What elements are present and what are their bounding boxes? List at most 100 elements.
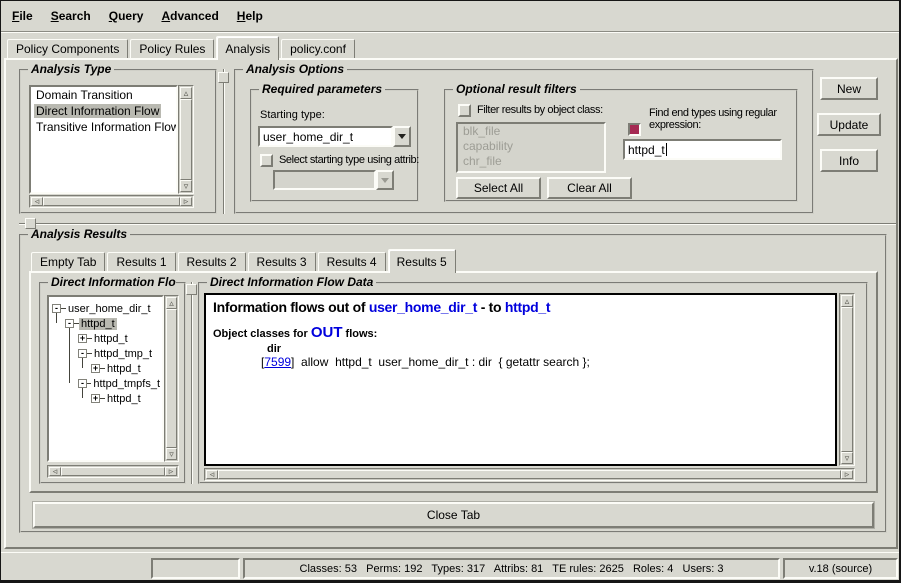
analysis-type-item[interactable]: Transitive Information Flow — [31, 119, 176, 135]
end-type-text: httpd_t — [505, 299, 550, 315]
scroll-left-icon[interactable]: ◃ — [49, 467, 61, 476]
main-tab-bar: Policy ComponentsPolicy RulesAnalysispol… — [7, 36, 357, 60]
scroll-right-icon[interactable]: ▹ — [841, 470, 853, 479]
tree-node[interactable]: -httpd_tmpfs_t — [49, 376, 162, 391]
results-tab-results-1[interactable]: Results 1 — [107, 252, 175, 271]
scroll-thumb[interactable] — [166, 309, 177, 448]
analysis-type-item[interactable]: Direct Information Flow — [31, 103, 176, 119]
analysis-type-item[interactable]: Domain Transition — [31, 87, 176, 103]
pane-divider-line — [19, 223, 896, 225]
menu-item-search[interactable]: Search — [49, 8, 93, 24]
tree-node[interactable]: -httpd_t — [49, 316, 162, 331]
scroll-up-icon[interactable]: ▵ — [166, 297, 177, 309]
pane-sash-handle[interactable] — [25, 218, 36, 229]
tree-node[interactable]: + httpd_t — [49, 331, 162, 346]
dropdown-button-disabled — [376, 170, 394, 190]
scroll-up-icon[interactable]: ▵ — [180, 87, 192, 99]
dropdown-arrow-icon — [381, 178, 389, 183]
policy-version: v.18 (source) — [783, 558, 898, 579]
tree-node[interactable]: -httpd_tmp_t — [49, 346, 162, 361]
pane-sash-handle[interactable] — [218, 72, 229, 83]
update-button[interactable]: Update — [817, 113, 881, 136]
panel-title-flow-data: Direct Information Flow Data — [207, 275, 376, 289]
tree-node-label[interactable]: user_home_dir_t — [66, 303, 153, 315]
scroll-right-icon[interactable]: ▹ — [180, 197, 192, 206]
tab-policy-rules[interactable]: Policy Rules — [130, 39, 214, 58]
menu-bar: File Search Query Advanced Help — [1, 1, 899, 32]
object-class-item: blk_file — [458, 124, 604, 139]
starting-type-value[interactable]: user_home_dir_t — [258, 126, 393, 147]
tree-node-label[interactable]: httpd_t — [105, 363, 143, 375]
expand-icon[interactable]: + — [91, 394, 100, 403]
analysis-type-hscrollbar[interactable]: ◃ ▹ — [29, 195, 194, 208]
flow-tree-vscrollbar[interactable]: ▵ ▿ — [164, 295, 179, 462]
analysis-type-listbox[interactable]: Domain TransitionDirect Information Flow… — [29, 85, 178, 194]
info-button[interactable]: Info — [820, 149, 878, 172]
starting-type-combobox[interactable]: user_home_dir_t — [258, 126, 411, 147]
menu-item-file[interactable]: File — [10, 8, 35, 24]
scroll-left-icon[interactable]: ◃ — [31, 197, 43, 206]
scroll-thumb[interactable] — [61, 467, 165, 476]
scroll-down-icon[interactable]: ▿ — [180, 180, 192, 192]
collapse-icon[interactable]: - — [78, 379, 87, 388]
tab-analysis[interactable]: Analysis — [216, 36, 279, 60]
object-class-listbox: blk_filecapabilitychr_file — [456, 122, 606, 173]
rule-number-link[interactable]: 7599 — [264, 355, 291, 369]
flow-tree[interactable]: -user_home_dir_t-httpd_t+httpd_t-httpd_t… — [47, 295, 164, 462]
analysis-type-vscrollbar[interactable]: ▵ ▿ — [178, 85, 194, 194]
find-end-types-regex-checkbox[interactable] — [628, 123, 641, 136]
menu-item-query[interactable]: Query — [107, 8, 146, 24]
tree-node-label[interactable]: httpd_t — [92, 333, 130, 345]
flow-data-textarea[interactable]: Information flows out of user_home_dir_t… — [204, 293, 837, 466]
flow-data-vscrollbar[interactable]: ▵ ▿ — [839, 293, 855, 466]
menu-item-advanced[interactable]: Advanced — [159, 8, 220, 24]
tree-node[interactable]: + httpd_t — [49, 391, 162, 406]
results-tab-results-3[interactable]: Results 3 — [248, 252, 316, 271]
scroll-thumb[interactable] — [218, 470, 841, 479]
scroll-down-icon[interactable]: ▿ — [841, 452, 853, 464]
scroll-thumb[interactable] — [841, 307, 853, 452]
tree-node-label[interactable]: httpd_tmpfs_t — [91, 378, 162, 390]
tree-node-label[interactable]: httpd_t — [79, 318, 117, 330]
regex-input[interactable]: httpd_t — [623, 139, 782, 160]
scroll-right-icon[interactable]: ▹ — [165, 467, 177, 476]
flow-direction-text: OUT — [311, 324, 343, 341]
menu-item-help[interactable]: Help — [235, 8, 265, 24]
close-tab-button[interactable]: Close Tab — [33, 502, 874, 528]
filter-by-object-class-label: Filter results by object class: — [477, 104, 603, 116]
pane-sash-handle[interactable] — [186, 284, 197, 295]
dropdown-button[interactable] — [393, 126, 411, 147]
scroll-down-icon[interactable]: ▿ — [166, 448, 177, 460]
scroll-up-icon[interactable]: ▵ — [841, 295, 853, 307]
apol-window: File Search Query Advanced Help Policy Compo… — [0, 0, 901, 583]
results-tab-results-4[interactable]: Results 4 — [318, 252, 386, 271]
expand-icon[interactable]: + — [91, 364, 100, 373]
panel-title-optional-filters: Optional result filters — [453, 82, 580, 96]
tree-node[interactable]: -user_home_dir_t — [49, 301, 162, 316]
scroll-thumb[interactable] — [43, 197, 180, 206]
select-all-button[interactable]: Select All — [456, 177, 541, 199]
tab-policy-components[interactable]: Policy Components — [7, 39, 128, 58]
new-button[interactable]: New — [820, 77, 878, 100]
results-tab-results-2[interactable]: Results 2 — [178, 252, 246, 271]
tab-policy-conf[interactable]: policy.conf — [281, 39, 355, 58]
scroll-left-icon[interactable]: ◃ — [206, 470, 218, 479]
attrib-checkbox[interactable] — [260, 154, 273, 167]
tree-node-label[interactable]: httpd_t — [105, 393, 143, 405]
expand-icon[interactable]: + — [78, 334, 87, 343]
collapse-icon[interactable]: - — [65, 319, 74, 328]
collapse-icon[interactable]: - — [52, 304, 61, 313]
flow-data-hscrollbar[interactable]: ◃ ▹ — [204, 468, 855, 481]
tree-node-label[interactable]: httpd_tmp_t — [92, 348, 154, 360]
flow-tree-hscrollbar[interactable]: ◃ ▹ — [47, 465, 179, 478]
scroll-thumb[interactable] — [180, 99, 192, 180]
clear-all-button[interactable]: Clear All — [547, 177, 632, 199]
results-tab-results-5[interactable]: Results 5 — [388, 249, 456, 273]
object-class-item: capability — [458, 139, 604, 154]
object-class-text: dir — [267, 343, 828, 355]
results-tab-empty-tab[interactable]: Empty Tab — [31, 252, 105, 271]
filter-by-object-class-checkbox[interactable] — [458, 104, 471, 117]
attrib-combobox-value — [273, 170, 376, 190]
collapse-icon[interactable]: - — [78, 349, 87, 358]
tree-node[interactable]: + httpd_t — [49, 361, 162, 376]
